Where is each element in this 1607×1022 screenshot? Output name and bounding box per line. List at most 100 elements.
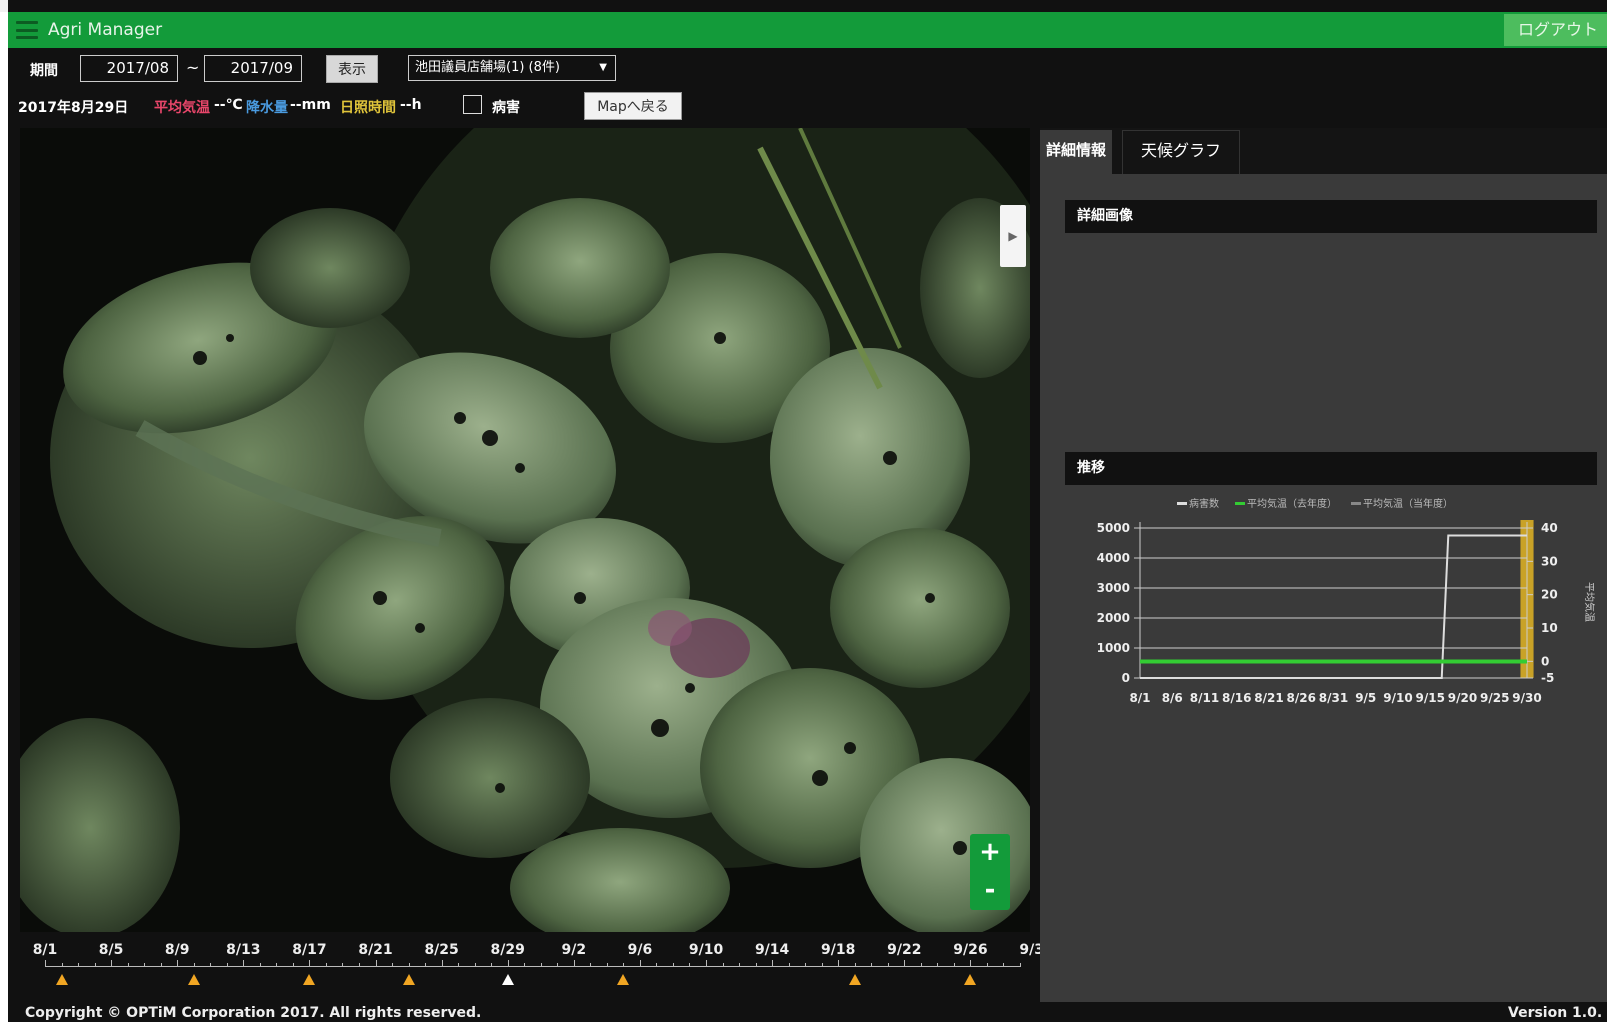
disease-checkbox[interactable] <box>463 95 482 114</box>
timeline-tick <box>821 963 823 967</box>
timeline-tick <box>755 963 757 967</box>
leaf-photo-image <box>20 128 1030 932</box>
logout-button[interactable]: ログアウト <box>1504 14 1607 46</box>
caret-down-icon: ▼ <box>599 62 607 73</box>
y-left-tick-label: 1000 <box>1097 641 1130 655</box>
timeline-axis <box>45 966 1020 967</box>
y-right-tick-label: 20 <box>1541 588 1558 602</box>
timeline-tick <box>408 963 410 967</box>
timeline-tick <box>226 963 228 967</box>
timeline-tick <box>325 963 327 967</box>
timeline-marker[interactable] <box>303 974 316 985</box>
y-right-tick-label: 0 <box>1541 654 1549 668</box>
timeline-label: 9/10 <box>688 942 724 958</box>
timeline-tick <box>45 960 46 967</box>
period-toolbar: 期間 2017/08 ~ 2017/09 表示 池田議員店舗場(1) (8件) … <box>8 52 708 84</box>
timeline-label: 9/6 <box>627 942 653 958</box>
timeline-tick <box>507 960 509 967</box>
timeline-tick <box>78 963 80 967</box>
timeline-marker[interactable] <box>848 974 861 985</box>
series-line-disease-count <box>1140 534 1527 679</box>
y-left-tick-label: 3000 <box>1097 581 1130 595</box>
timeline-tick <box>193 963 195 967</box>
timeline-tick <box>805 963 807 967</box>
timeline-tick <box>524 963 526 967</box>
timeline-tick <box>425 963 427 967</box>
y-right-tick-label: 10 <box>1541 621 1558 635</box>
avg-temp-label: 平均気温 <box>154 100 210 116</box>
x-tick-label: 9/10 <box>1383 691 1412 705</box>
timeline-tick <box>606 963 608 967</box>
x-tick-label: 8/26 <box>1287 691 1316 705</box>
chevron-right-icon[interactable]: ▶ <box>1000 205 1026 267</box>
y-left-tick-label: 5000 <box>1097 521 1130 535</box>
timeline-label: 9/2 <box>561 942 587 958</box>
show-button[interactable]: 表示 <box>326 55 378 83</box>
timeline-label: 8/25 <box>424 942 459 958</box>
hamburger-menu-icon[interactable] <box>16 21 38 39</box>
timeline-tick <box>392 963 394 967</box>
field-select[interactable]: 池田議員店舗場(1) (8件) ▼ <box>408 55 616 81</box>
legend-label: 平均気温（去年度） <box>1247 497 1337 510</box>
tab-detail-info[interactable]: 詳細情報 <box>1040 130 1112 174</box>
timeline-marker[interactable] <box>55 974 68 985</box>
avg-temp-value: --℃ <box>214 97 243 113</box>
date-timeline[interactable]: 8/1 8/5 8/9 8/13 8/17 8/21 8/25 8/29 9/2 9/6 9/10 9… <box>20 934 1054 1000</box>
y-right-axis-label: 平均気温 <box>1583 582 1596 622</box>
rainfall-value: --mm <box>290 97 331 113</box>
copyright-text: Copyright © OPTiM Corporation 2017. All … <box>25 1005 482 1021</box>
date-from-input[interactable]: 2017/08 <box>80 55 178 82</box>
zoom-in-button[interactable]: + <box>970 834 1010 872</box>
timeline-tick <box>160 963 162 967</box>
timeline-tick <box>557 963 559 967</box>
timeline-tick <box>772 960 774 967</box>
field-select-value: 池田議員店舗場(1) (8件) <box>415 60 560 75</box>
timeline-tick <box>61 963 63 967</box>
timeline-label: 9/18 <box>821 942 856 958</box>
timeline-tick <box>276 963 278 967</box>
timeline-tick <box>309 960 311 967</box>
trend-chart: 病害数 平均気温（去年度） 平均気温（当年度） 0 1000 2000 3000 4000 50… <box>1065 492 1597 716</box>
app-title: Agri Manager <box>48 20 163 40</box>
timeline-marker-selected[interactable] <box>501 974 514 985</box>
timeline-tick <box>838 960 840 967</box>
timeline-label: 9/26 <box>953 942 988 958</box>
timeline-tick <box>127 963 129 967</box>
sunshine-label: 日照時間 <box>340 100 396 116</box>
tab-weather-graph[interactable]: 天候グラフ <box>1122 130 1240 174</box>
legend-swatch <box>1177 502 1187 505</box>
timeline-tick <box>739 963 741 967</box>
timeline-tick <box>986 963 988 967</box>
timeline-tick <box>639 960 641 967</box>
timeline-tick <box>573 960 575 967</box>
timeline-marker[interactable] <box>402 974 415 985</box>
zoom-out-button[interactable]: - <box>970 872 1010 910</box>
x-tick-label: 9/25 <box>1480 691 1509 705</box>
timeline-tick <box>474 963 476 967</box>
selected-date: 2017年8月29日 <box>18 100 129 116</box>
timeline-tick <box>177 960 179 967</box>
sunshine-value: --h <box>400 97 422 113</box>
back-to-map-button[interactable]: Mapへ戻る <box>584 92 682 120</box>
timeline-tick <box>722 963 724 967</box>
timeline-marker[interactable] <box>187 974 200 985</box>
crop-photo[interactable] <box>20 128 1030 932</box>
y-left-tick-label: 2000 <box>1097 611 1130 625</box>
legend-label: 病害数 <box>1189 497 1219 510</box>
timeline-label: 8/29 <box>490 942 525 958</box>
y-right-tick-label: 40 <box>1541 521 1558 535</box>
y-right-tick-label: 30 <box>1541 554 1558 568</box>
timeline-tick <box>788 963 790 967</box>
timeline-tick <box>491 963 493 967</box>
zoom-control: + - <box>970 834 1010 910</box>
timeline-tick <box>540 963 542 967</box>
period-label: 期間 <box>30 63 58 79</box>
date-to-input[interactable]: 2017/09 <box>204 55 302 82</box>
timeline-tick <box>292 963 294 967</box>
x-tick-label: 8/11 <box>1190 691 1219 705</box>
timeline-tick <box>375 960 377 967</box>
timeline-marker[interactable] <box>964 974 977 985</box>
timeline-marker[interactable] <box>617 974 630 985</box>
timeline-tick <box>887 963 889 967</box>
x-tick-label: 8/6 <box>1162 691 1183 705</box>
